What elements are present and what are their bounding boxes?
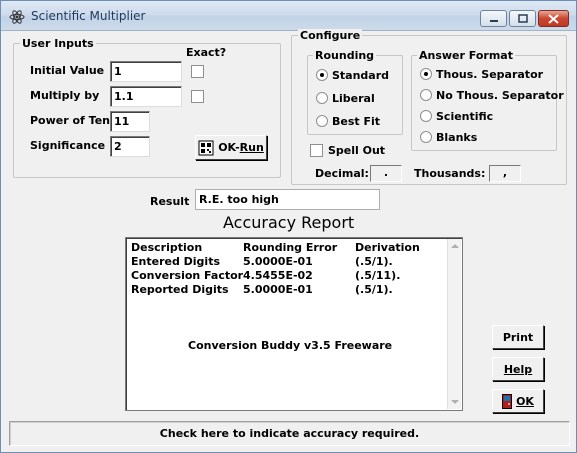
format-scientific-label[interactable]: Scientific xyxy=(436,110,493,123)
significance-label: Significance xyxy=(30,139,106,152)
rounding-standard-radio[interactable] xyxy=(316,69,328,81)
atom-icon xyxy=(9,10,25,24)
report-scrollbar[interactable] xyxy=(447,239,461,409)
decimal-label: Decimal: xyxy=(315,167,369,180)
scroll-down-icon[interactable] xyxy=(451,400,459,404)
status-bar-text: Check here to indicate accuracy required… xyxy=(159,427,420,440)
power-of-ten-input[interactable]: 11 xyxy=(110,111,150,132)
spell-out-checkbox[interactable] xyxy=(310,144,323,157)
ok-button-label: OK xyxy=(516,394,534,408)
power-of-ten-label: Power of Ten xyxy=(30,114,111,127)
report-row-derivation: (.5/11). xyxy=(355,269,401,282)
report-header-rounding-error: Rounding Error xyxy=(243,241,338,254)
rounding-best-fit-label[interactable]: Best Fit xyxy=(332,115,380,128)
rounding-liberal-label[interactable]: Liberal xyxy=(332,92,375,105)
format-blanks-label[interactable]: Blanks xyxy=(436,131,477,144)
initial-value-input[interactable]: 1 xyxy=(110,61,182,82)
format-thous-separator-radio[interactable] xyxy=(420,68,432,80)
close-icon xyxy=(548,13,559,24)
user-inputs-legend: User Inputs xyxy=(20,37,96,50)
title-bar: Scientific Multiplier xyxy=(1,1,576,31)
ok-run-label: OK-Run xyxy=(218,141,264,154)
initial-value-exact-checkbox[interactable] xyxy=(191,65,204,78)
format-no-thous-separator-radio[interactable] xyxy=(420,89,432,101)
significance-input[interactable]: 2 xyxy=(110,136,150,157)
thousands-label: Thousands: xyxy=(414,167,486,180)
multiply-by-label: Multiply by xyxy=(30,89,100,102)
rounding-best-fit-radio[interactable] xyxy=(316,115,328,127)
report-row-derivation: (.5/1). xyxy=(355,255,393,268)
rounding-liberal-radio[interactable] xyxy=(316,92,328,104)
help-button-label: Help xyxy=(503,362,533,376)
report-row-rounding-error: 4.5455E-02 xyxy=(243,269,313,282)
report-row-description: Conversion Factor xyxy=(131,269,244,282)
rounding-legend: Rounding xyxy=(313,49,377,62)
report-row-rounding-error: 5.0000E-01 xyxy=(243,283,313,296)
print-button-label: Print xyxy=(502,330,534,344)
maximize-icon xyxy=(517,14,528,23)
accuracy-report[interactable]: Description Rounding Error Derivation En… xyxy=(125,237,463,411)
format-thous-separator-label[interactable]: Thous. Separator xyxy=(436,68,543,81)
scroll-up-icon[interactable] xyxy=(451,244,459,248)
maximize-button[interactable] xyxy=(509,10,536,27)
rounding-standard-label[interactable]: Standard xyxy=(332,69,389,82)
format-scientific-radio[interactable] xyxy=(420,110,432,122)
configure-legend: Configure xyxy=(298,29,363,42)
help-button[interactable]: Help xyxy=(492,357,544,381)
minimize-icon xyxy=(489,19,498,22)
multiply-by-input[interactable]: 1.1 xyxy=(110,86,182,107)
exit-door-icon xyxy=(502,393,513,409)
report-header-description: Description xyxy=(131,241,203,254)
report-title: Accuracy Report xyxy=(223,213,355,232)
window-title: Scientific Multiplier xyxy=(31,9,146,23)
answer-format-legend: Answer Format xyxy=(417,49,515,62)
ok-button[interactable]: OK xyxy=(492,389,544,413)
multiply-by-exact-checkbox[interactable] xyxy=(191,90,204,103)
report-row-description: Reported Digits xyxy=(131,283,229,296)
accuracy-required-status-bar[interactable]: Check here to indicate accuracy required… xyxy=(9,421,570,446)
format-blanks-radio[interactable] xyxy=(420,131,432,143)
close-button[interactable] xyxy=(538,10,569,27)
decimal-value-field[interactable]: . xyxy=(370,165,402,182)
report-row-rounding-error: 5.0000E-01 xyxy=(243,255,313,268)
result-field: R.E. too high xyxy=(195,189,380,210)
app-window: Scientific Multiplier User Inputs Exact?… xyxy=(0,0,577,453)
thousands-value-field[interactable]: , xyxy=(489,165,521,182)
run-icon xyxy=(198,140,214,155)
result-label: Result xyxy=(150,195,190,208)
minimize-button[interactable] xyxy=(480,10,507,27)
report-header-derivation: Derivation xyxy=(355,241,420,254)
report-row-description: Entered Digits xyxy=(131,255,221,268)
report-footer: Conversion Buddy v3.5 Freeware xyxy=(188,339,393,352)
format-no-thous-separator-label[interactable]: No Thous. Separator xyxy=(436,89,564,102)
ok-run-button[interactable]: OK-Run xyxy=(195,135,267,160)
exact-label: Exact? xyxy=(186,46,227,59)
print-button[interactable]: Print xyxy=(492,325,544,349)
report-row-derivation: (.5/1). xyxy=(355,283,393,296)
spell-out-label[interactable]: Spell Out xyxy=(328,144,385,157)
initial-value-label: Initial Value xyxy=(30,64,105,77)
